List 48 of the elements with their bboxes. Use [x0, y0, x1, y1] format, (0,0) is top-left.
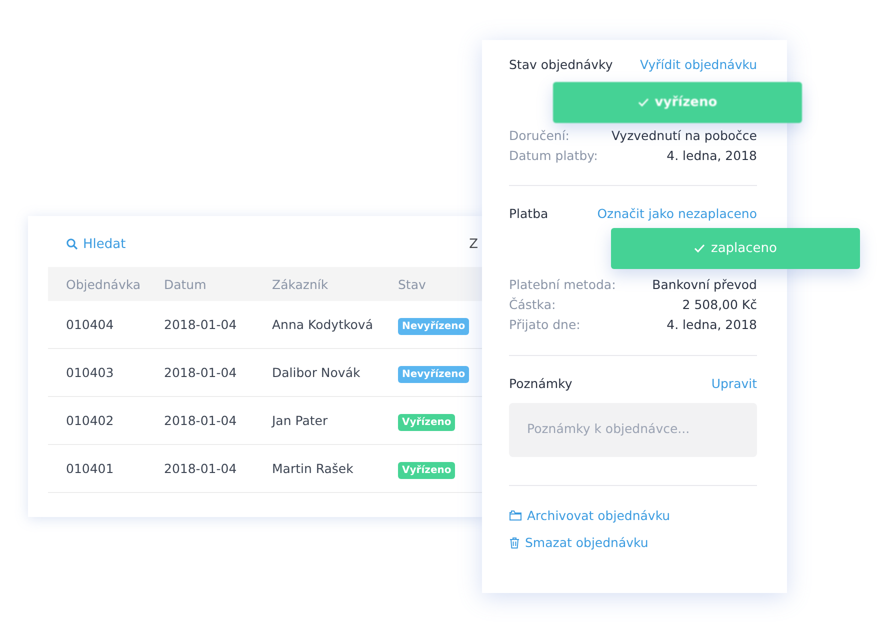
status-badge: Vyřízeno [398, 414, 456, 431]
action-link[interactable]: Vyřídit objednávku [640, 57, 757, 72]
field-label: Doručení: [509, 127, 570, 145]
table-cell-text: 010401 [65, 461, 115, 476]
field-label: Částka: [509, 296, 556, 314]
table-cell-text: 010403 [65, 365, 115, 380]
check-icon [694, 244, 706, 253]
field-label: Přijato dne: [509, 316, 580, 334]
column-header: Objednávka [65, 276, 142, 292]
field-value: 2 508,00 Kč [682, 296, 757, 314]
archive-link[interactable]: Archivovat objednávku [509, 508, 670, 523]
search-icon [66, 238, 78, 250]
status-button[interactable]: vyřízeno [553, 82, 802, 123]
delete-link[interactable]: Smazat objednávku [509, 535, 648, 550]
table-cell-text: 010404 [65, 317, 115, 332]
table-cell-text: Dalibor Novák [272, 365, 362, 380]
status-badge: Vyřízeno [398, 462, 456, 479]
field-value: Bankovní převod [652, 276, 757, 294]
folder-icon [509, 510, 522, 521]
table-cell-text: 2018-01-04 [164, 317, 238, 332]
field-value: Vyzvednutí na pobočce [611, 127, 757, 145]
section-title: Stav objednávky [509, 57, 613, 72]
column-header: Stav [398, 276, 426, 292]
action-link[interactable]: Označit jako nezaplaceno [597, 206, 757, 221]
field-value: 4. ledna, 2018 [666, 147, 757, 165]
table-cell-text: 2018-01-04 [164, 413, 238, 428]
column-header: Datum [164, 276, 208, 292]
field-label: Datum platby: [509, 147, 598, 165]
column-header: Zákazník [272, 276, 330, 292]
table-cell-text: 2018-01-04 [164, 365, 238, 380]
table-cell-text: 010402 [65, 413, 115, 428]
table-cell-text: Anna Kodytková [272, 317, 374, 332]
field-label: Platební metoda: [509, 276, 616, 294]
check-icon [638, 98, 649, 107]
status-button[interactable]: zaplaceno [611, 228, 860, 269]
status-badge: Nevyřízeno [398, 318, 470, 335]
section-title: Poznámky [509, 376, 572, 391]
trash-icon [509, 536, 520, 548]
section-title: Platba [509, 206, 548, 221]
status-badge: Nevyřízeno [398, 366, 470, 383]
table-cell-text: Martin Rašek [272, 461, 354, 476]
toolbar-text: Z [469, 236, 478, 252]
field-value: 4. ledna, 2018 [666, 316, 757, 334]
table-cell-text: Jan Pater [272, 413, 329, 428]
table-cell-text: 2018-01-04 [164, 461, 238, 476]
notes-field[interactable]: Poznámky k objednávce... [509, 403, 757, 457]
edit-link[interactable]: Upravit [711, 376, 757, 391]
search-link[interactable]: Hledat [66, 236, 126, 252]
